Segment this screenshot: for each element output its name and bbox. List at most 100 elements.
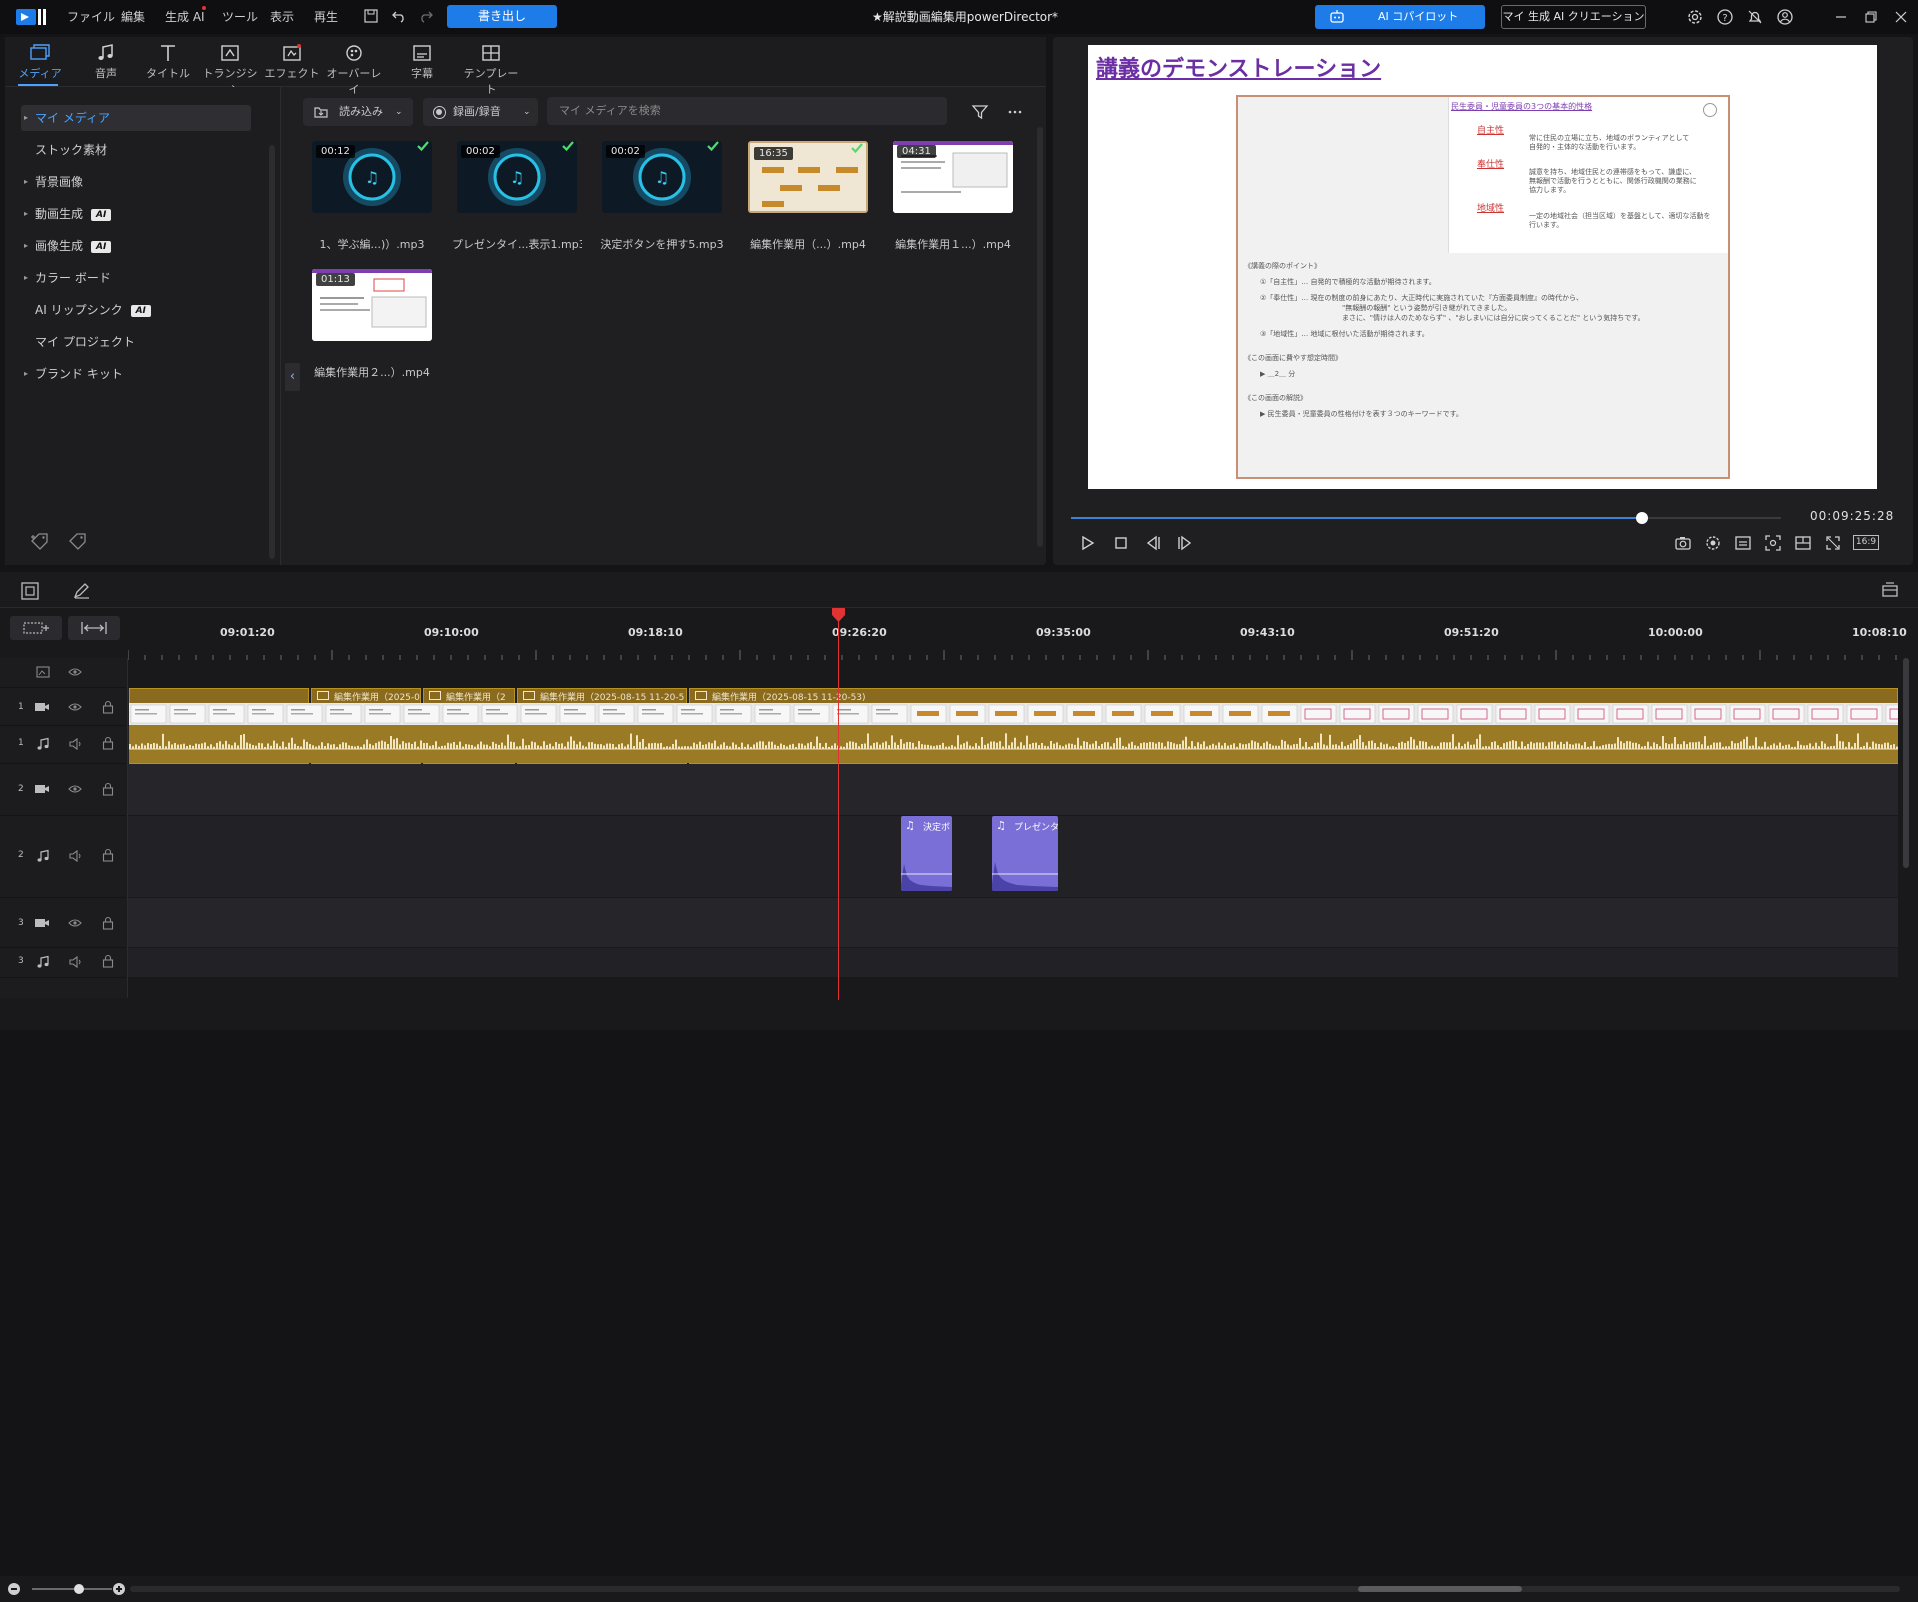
tab-transition[interactable]: トランジション (199, 43, 261, 96)
lock-icon[interactable] (102, 700, 114, 714)
category-scrollbar[interactable] (269, 145, 275, 559)
track-video-2[interactable] (128, 764, 1898, 816)
active-tab-indicator (18, 84, 58, 86)
nav-my-media[interactable]: ▸ マイ メディア (21, 105, 251, 131)
save-icon[interactable] (363, 8, 379, 24)
speaker-volume-icon[interactable] (68, 737, 82, 751)
media-grid-scrollbar[interactable] (1037, 127, 1043, 547)
scrubber-handle[interactable] (1636, 512, 1648, 524)
timeline-horizontal-scrollbar[interactable] (130, 1586, 1900, 1592)
track-manager-icon[interactable] (20, 581, 40, 601)
menu-edit[interactable]: 編集 (121, 8, 145, 25)
playhead-handle[interactable] (832, 608, 845, 622)
zoom-slider[interactable] (32, 1588, 112, 1590)
menu-gen-ai[interactable]: 生成 AI (165, 8, 205, 25)
nav-color-board[interactable]: ▸ カラー ボード (21, 265, 251, 291)
tab-title[interactable]: タイトル (137, 43, 199, 85)
snapshot-camera-icon[interactable] (1673, 533, 1693, 553)
nav-stock-media[interactable]: ストック素材 (21, 137, 251, 163)
lock-icon[interactable] (102, 848, 114, 862)
nav-brand-kit[interactable]: ▸ ブランド キット (21, 361, 251, 387)
redo-icon[interactable] (418, 8, 434, 24)
track-video-3[interactable] (128, 898, 1898, 948)
tab-audio[interactable]: 音声 (75, 43, 137, 85)
media-item-audio-1[interactable]: ♫ 00:12 (312, 141, 432, 213)
visibility-eye-icon[interactable] (68, 917, 82, 929)
nav-image-generation[interactable]: ▸ 画像生成 AI (21, 233, 251, 259)
lock-icon[interactable] (102, 736, 114, 750)
layout-icon[interactable] (1793, 533, 1813, 553)
lock-icon[interactable] (102, 916, 114, 930)
menu-view[interactable]: 表示 (270, 8, 294, 25)
settings-gear-icon[interactable] (1686, 8, 1704, 26)
more-options-icon[interactable] (1006, 103, 1024, 121)
tab-effect[interactable]: エフェクト (261, 43, 323, 85)
aspect-ratio-button[interactable]: 16:9 (1853, 535, 1879, 550)
preview-quality-icon[interactable] (1703, 533, 1723, 553)
ai-creation-button[interactable]: マイ 生成 AI クリエーション (1501, 5, 1646, 29)
close-icon[interactable] (1892, 8, 1910, 26)
visibility-eye-icon[interactable] (68, 701, 82, 713)
media-item-audio-3[interactable]: ♫ 00:02 (602, 141, 722, 213)
minimize-icon[interactable] (1832, 8, 1850, 26)
tab-media[interactable]: メディア (9, 43, 71, 85)
filter-icon[interactable] (971, 103, 989, 121)
subtitle-toggle-icon[interactable] (1733, 533, 1753, 553)
speaker-volume-icon[interactable] (68, 955, 82, 969)
collapse-sidebar-button[interactable]: ‹ (285, 363, 300, 391)
zoom-out-icon[interactable] (8, 1583, 20, 1595)
media-item-audio-2[interactable]: ♫ 00:02 (457, 141, 577, 213)
export-button[interactable]: 書き出し (447, 5, 557, 28)
menu-tools[interactable]: ツール (222, 8, 258, 25)
image-track-icon[interactable] (36, 666, 50, 678)
media-item-video-1[interactable]: 16:35 (748, 141, 868, 213)
stop-icon[interactable] (1111, 533, 1131, 553)
audio-clip[interactable]: ♫ プレゼンタ (992, 816, 1058, 891)
lock-icon[interactable] (102, 782, 114, 796)
tab-template[interactable]: テンプレート (460, 43, 522, 96)
previous-frame-icon[interactable] (1143, 533, 1163, 553)
audio-clip[interactable]: ♫ 決定ボ (901, 816, 952, 891)
nav-background-images[interactable]: ▸ 背景画像 (21, 169, 251, 195)
tab-subtitle[interactable]: 字幕 (391, 43, 453, 85)
nav-video-generation[interactable]: ▸ 動画生成 AI (21, 201, 251, 227)
tab-overlay[interactable]: オーバーレイ (323, 43, 385, 96)
undo-icon[interactable] (391, 8, 407, 24)
zoom-slider-handle[interactable] (74, 1584, 84, 1594)
visibility-eye-icon[interactable] (68, 783, 82, 795)
speaker-volume-icon[interactable] (68, 849, 82, 863)
account-icon[interactable] (1776, 8, 1794, 26)
nav-ai-lipsync[interactable]: AI リップシンク AI (21, 297, 251, 323)
next-frame-icon[interactable] (1175, 533, 1195, 553)
nav-my-project[interactable]: マイ プロジェクト (21, 329, 251, 355)
add-track-button[interactable] (10, 616, 62, 640)
visibility-eye-icon[interactable] (68, 666, 82, 678)
ai-copilot-button[interactable]: AI コパイロット (1315, 5, 1485, 29)
time-ruler-ticks[interactable] (128, 650, 1898, 660)
restore-icon[interactable] (1862, 8, 1880, 26)
add-tag-icon[interactable] (29, 531, 51, 551)
remove-tag-icon[interactable] (67, 531, 89, 551)
play-icon[interactable] (1077, 533, 1097, 553)
media-item-video-2[interactable]: 04:31 (893, 141, 1013, 213)
fit-timeline-button[interactable] (68, 616, 120, 640)
horizontal-scroll-thumb[interactable] (1358, 1586, 1522, 1592)
media-search-input[interactable]: マイ メディアを検索 (547, 97, 947, 125)
zoom-fit-icon[interactable] (1763, 533, 1783, 553)
menu-playback[interactable]: 再生 (314, 8, 338, 25)
track-audio-3[interactable] (128, 948, 1898, 978)
notification-bell-icon[interactable] (1746, 8, 1764, 26)
media-item-video-3[interactable]: 01:13 (312, 269, 432, 341)
lock-icon[interactable] (102, 954, 114, 968)
timeline-settings-icon[interactable] (1880, 581, 1900, 601)
help-icon[interactable]: ? (1716, 8, 1734, 26)
zoom-in-icon[interactable] (113, 1583, 125, 1595)
timeline-vertical-scrollbar[interactable] (1903, 658, 1909, 868)
import-button[interactable]: 読み込み ⌄ (303, 98, 413, 126)
video-camera-icon (34, 917, 50, 929)
media-item-label: 決定ボタンを押す5.mp3 (600, 238, 724, 251)
edit-pen-icon[interactable] (72, 581, 92, 601)
record-button[interactable]: 録画/録音 ⌄ (423, 98, 538, 126)
menu-file[interactable]: ファイル (67, 8, 115, 25)
fullscreen-icon[interactable] (1823, 533, 1843, 553)
